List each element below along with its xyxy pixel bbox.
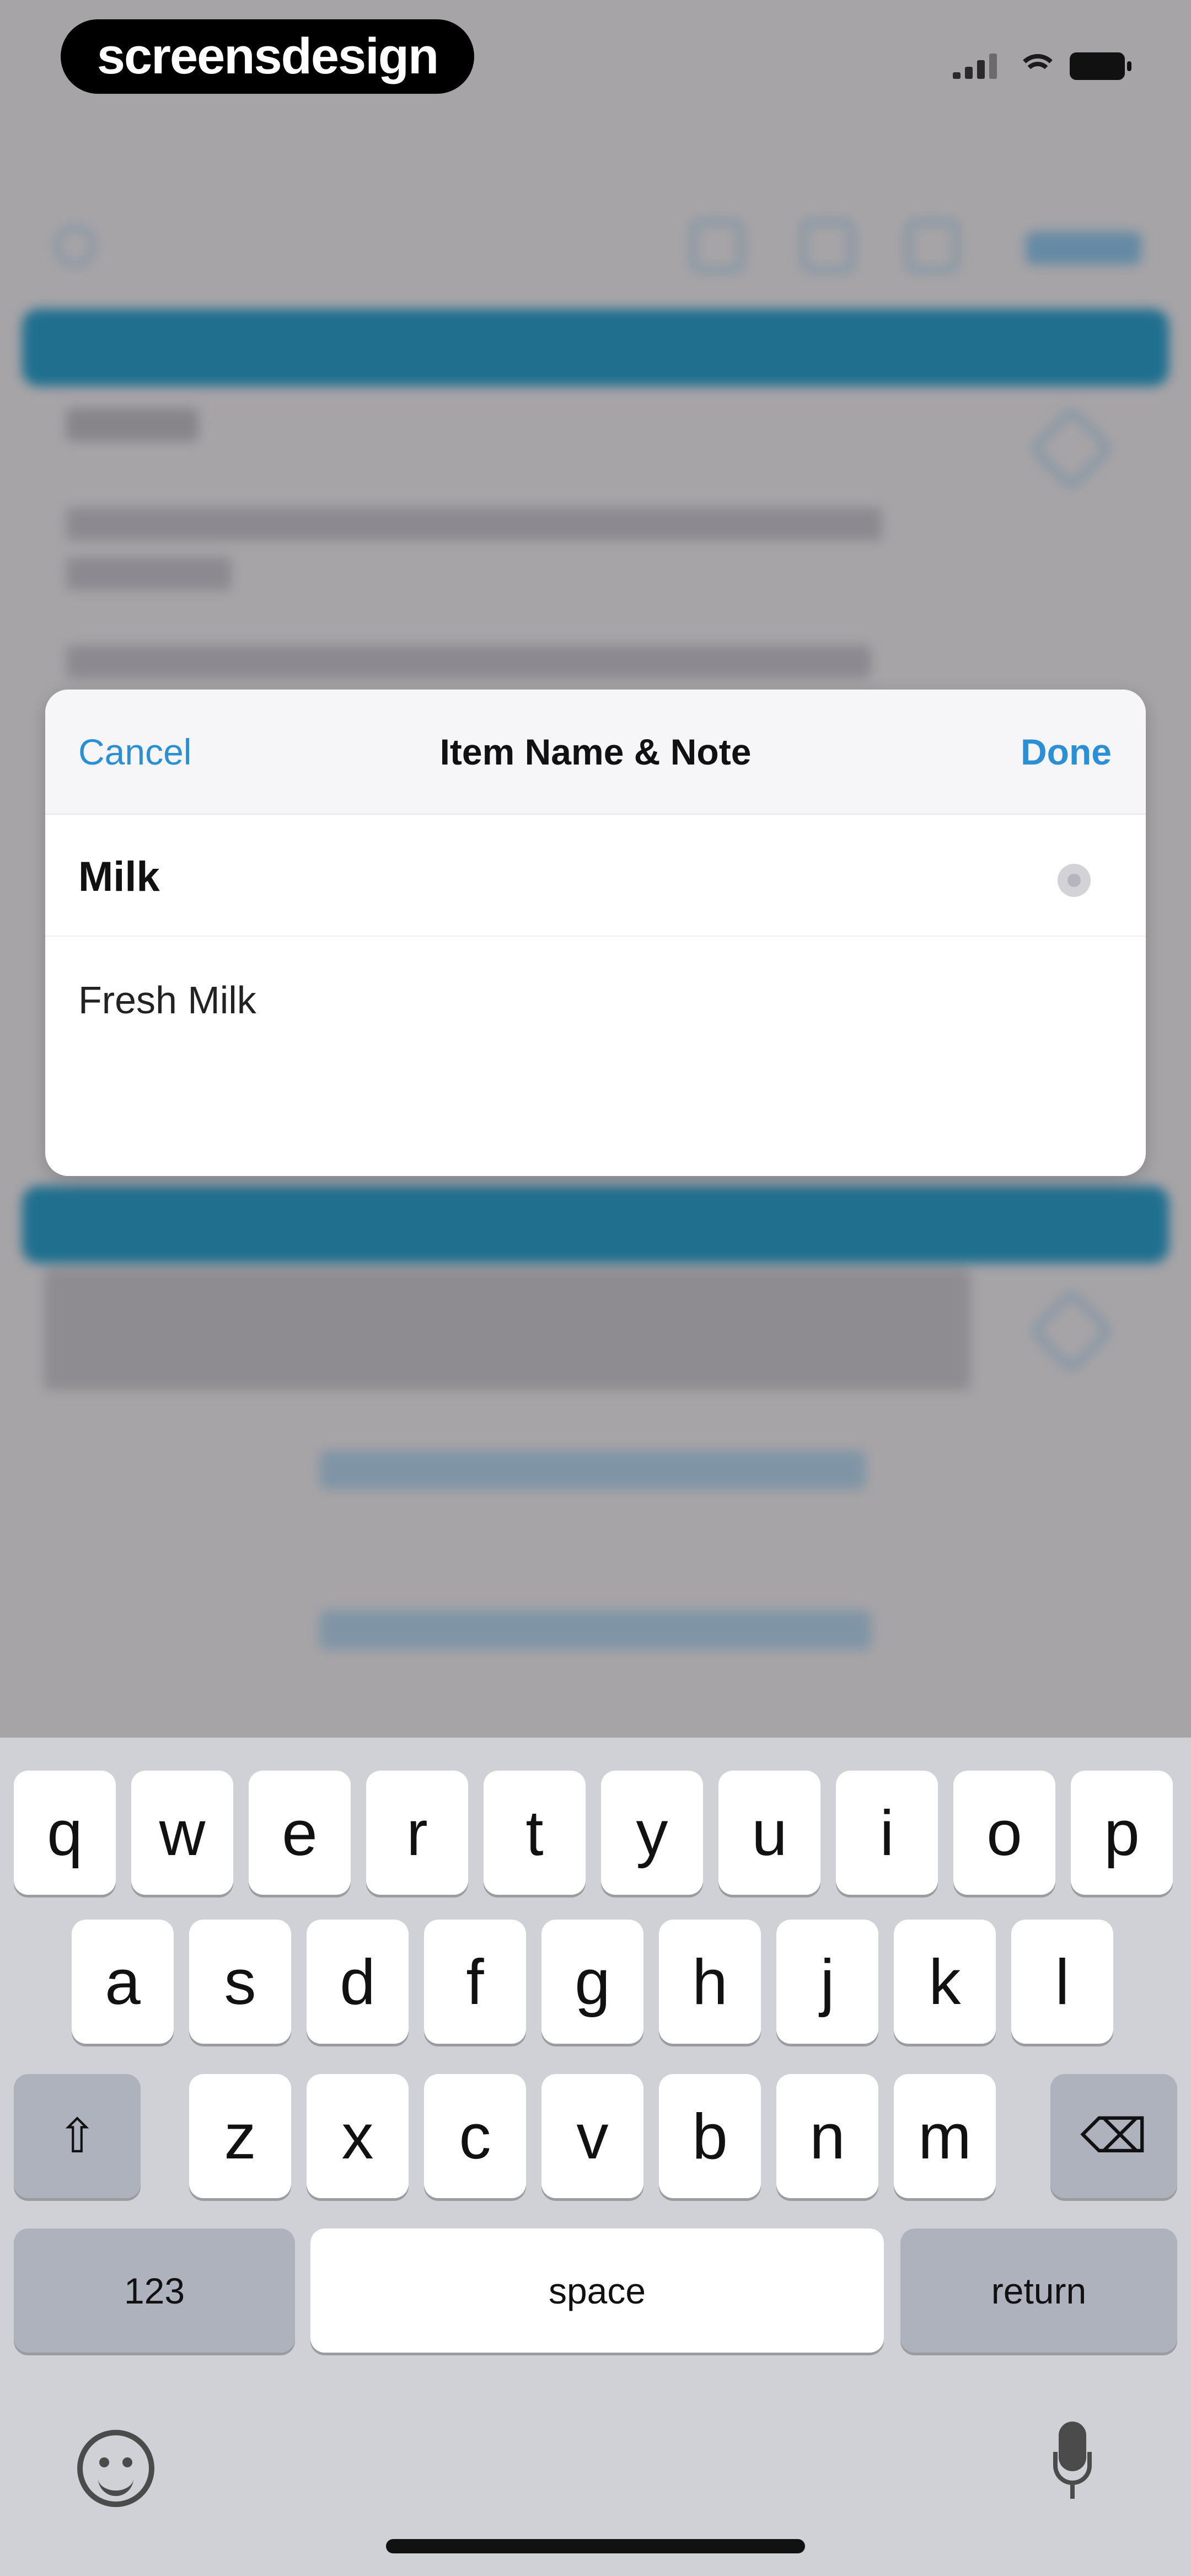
key-b[interactable]: b (659, 2074, 761, 2198)
key-k[interactable]: k (894, 1920, 996, 2044)
item-name-field[interactable]: Milk (45, 814, 1146, 937)
background-list-icon (692, 221, 743, 271)
key-e[interactable]: e (249, 1771, 351, 1895)
key-o[interactable]: o (953, 1771, 1055, 1895)
modal-header: Cancel Item Name & Note Done (45, 690, 1146, 815)
key-v[interactable]: v (541, 2074, 643, 2198)
background-text-block-3 (66, 557, 232, 590)
item-name-note-modal: Cancel Item Name & Note Done Milk Fresh … (45, 690, 1146, 1176)
background-trash-icon (802, 221, 853, 271)
key-s[interactable]: s (189, 1920, 291, 2044)
wifi-icon (1017, 54, 1059, 79)
key-q[interactable]: q (14, 1771, 116, 1895)
done-button[interactable]: Done (1021, 731, 1112, 773)
brand-watermark: screensdesign (61, 19, 474, 94)
battery-icon (1070, 52, 1131, 80)
key-p[interactable]: p (1071, 1771, 1173, 1895)
shift-key[interactable]: ⇧ (14, 2074, 141, 2198)
key-z[interactable]: z (189, 2074, 291, 2198)
key-x[interactable]: x (307, 2074, 409, 2198)
delete-key[interactable]: ⌫ (1050, 2074, 1177, 2198)
key-c[interactable]: c (424, 2074, 526, 2198)
background-section-bar-2 (22, 1186, 1169, 1263)
background-edit-icon (1030, 407, 1113, 490)
return-key[interactable]: return (900, 2228, 1177, 2353)
key-t[interactable]: t (484, 1771, 586, 1895)
background-nav-row (0, 221, 1191, 287)
background-text-block-2 (66, 507, 882, 541)
background-link-1 (320, 1451, 866, 1489)
background-text-block-4 (66, 645, 871, 678)
numbers-key[interactable]: 123 (14, 2228, 295, 2353)
background-done-shape (1026, 232, 1141, 265)
background-list-card (44, 1269, 970, 1390)
emoji-icon[interactable] (77, 2430, 154, 2507)
key-j[interactable]: j (776, 1920, 878, 2044)
key-d[interactable]: d (307, 1920, 409, 2044)
item-name-value: Milk (78, 853, 160, 900)
background-edit-icon-2 (1030, 1290, 1113, 1372)
background-link-2 (320, 1611, 871, 1649)
key-u[interactable]: u (718, 1771, 820, 1895)
cellular-signal-icon (953, 54, 997, 79)
item-note-field[interactable]: Fresh Milk (45, 937, 1146, 1176)
key-y[interactable]: y (601, 1771, 703, 1895)
key-m[interactable]: m (894, 2074, 996, 2198)
key-a[interactable]: a (72, 1920, 174, 2044)
key-r[interactable]: r (366, 1771, 468, 1895)
home-indicator[interactable] (386, 2539, 805, 2553)
microphone-icon[interactable] (1053, 2422, 1092, 2499)
background-share-icon (907, 221, 958, 271)
key-i[interactable]: i (836, 1771, 938, 1895)
key-l[interactable]: l (1011, 1920, 1113, 2044)
background-section-bar (22, 309, 1169, 386)
background-back-icon (55, 226, 95, 266)
space-key[interactable]: space (310, 2228, 884, 2353)
item-note-value: Fresh Milk (78, 979, 256, 1022)
clear-text-icon[interactable] (1058, 864, 1091, 897)
status-icons (953, 50, 1131, 83)
modal-title: Item Name & Note (439, 731, 752, 772)
key-n[interactable]: n (776, 2074, 878, 2198)
key-f[interactable]: f (424, 1920, 526, 2044)
key-g[interactable]: g (541, 1920, 643, 2044)
key-h[interactable]: h (659, 1920, 761, 2044)
background-text-block-1 (66, 408, 198, 441)
key-w[interactable]: w (131, 1771, 233, 1895)
